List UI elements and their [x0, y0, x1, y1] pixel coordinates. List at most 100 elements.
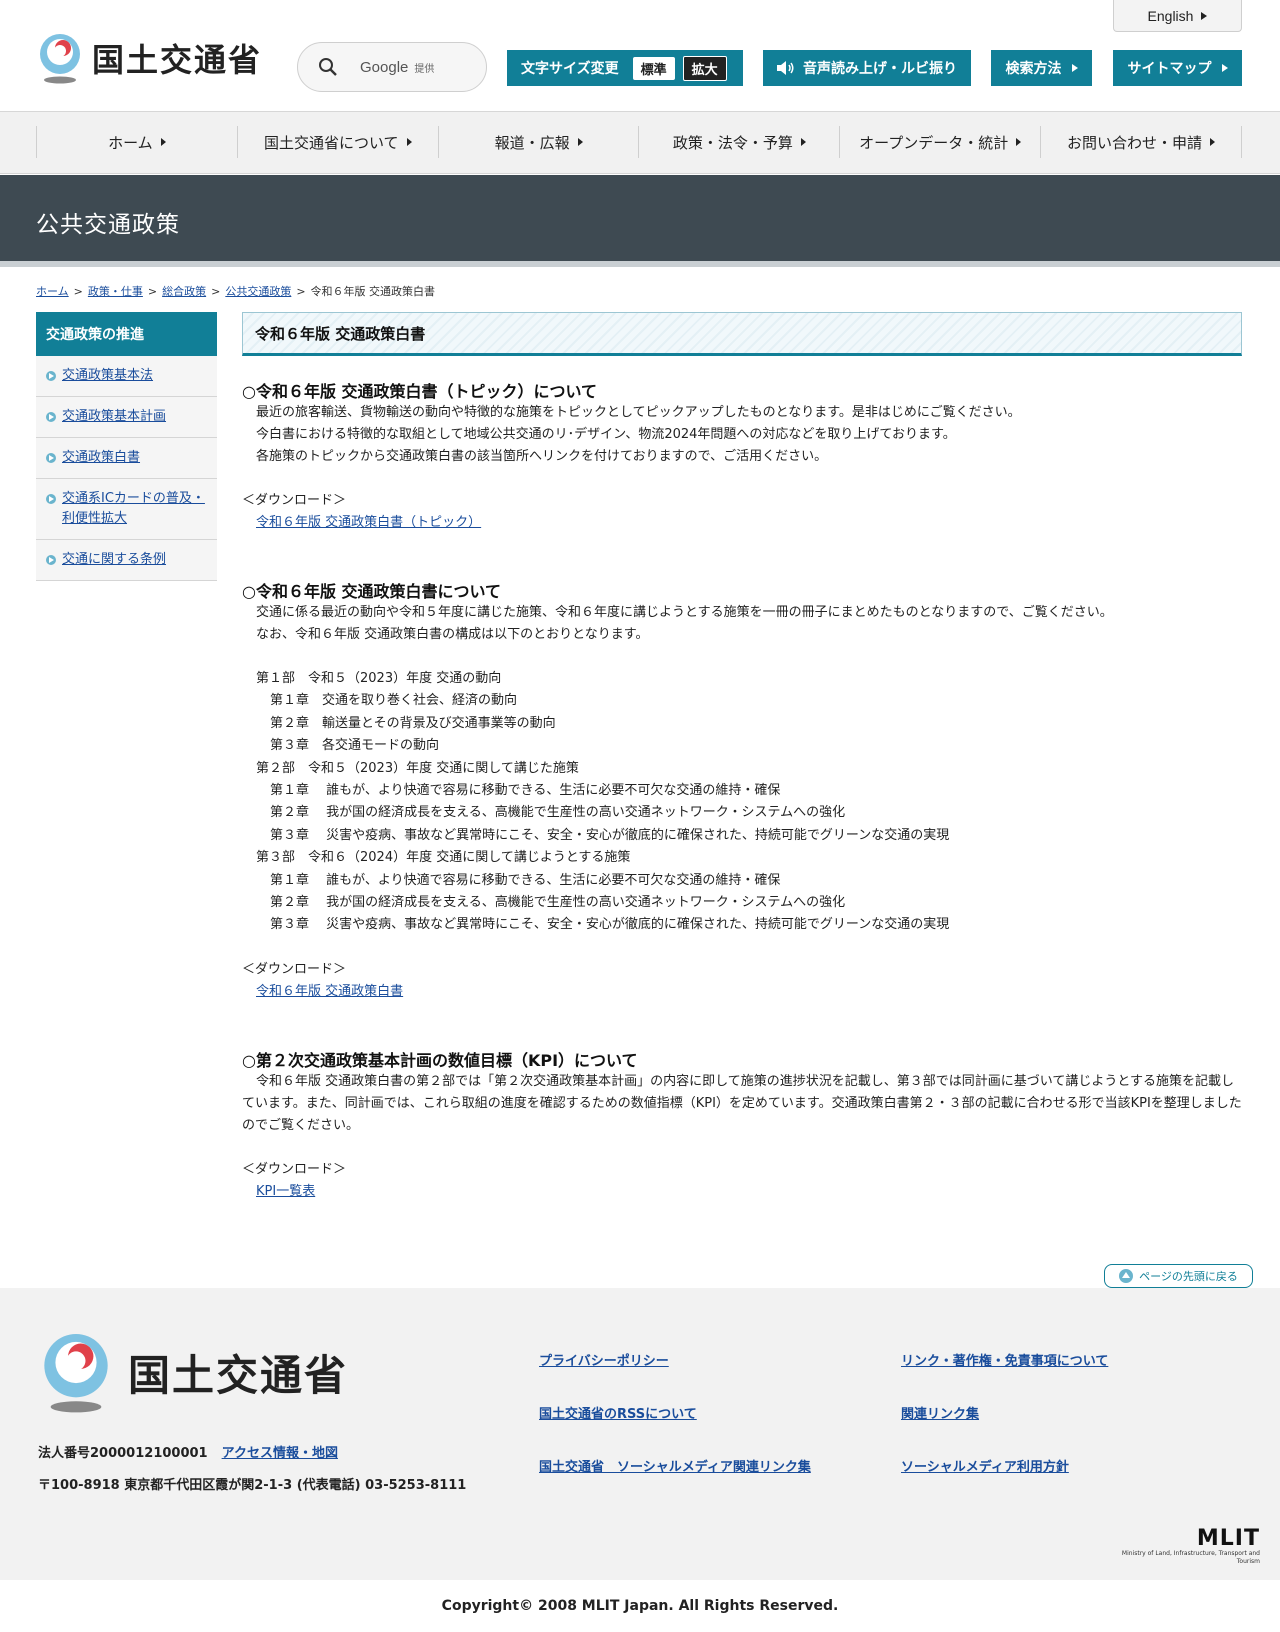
- section-paragraph: 最近の旅客輸送、貨物輸送の動向や特徴的な施策をトピックとしてピックアップしたもの…: [256, 405, 1021, 420]
- search-howto-label: 検索方法: [1005, 61, 1062, 77]
- font-size-large-button[interactable]: 拡大: [682, 55, 727, 81]
- main-content: 令和６年版 交通政策白書 ○令和６年版 交通政策白書（トピック）について 最近の…: [242, 312, 1242, 1203]
- sidebar-item-link[interactable]: 交通政策白書: [62, 448, 140, 468]
- section-whitepaper: ○令和６年版 交通政策白書について 交通に係る最近の動向や令和５年度に講じた施策…: [242, 578, 1242, 1003]
- speaker-icon: [777, 61, 794, 75]
- rss-link[interactable]: 国土交通省のRSSについて: [539, 1403, 811, 1456]
- toc-part: 第３部 令和６（2024）年度 交通に関して講じようとする施策: [256, 850, 631, 866]
- bullet-arrow-icon: [46, 371, 56, 381]
- arrow-right-icon: [1221, 64, 1228, 72]
- nav-item-label: 国土交通省について: [263, 133, 399, 152]
- sidebar-title: 交通政策の推進: [36, 312, 217, 356]
- access-map-link[interactable]: アクセス情報・地図: [222, 1442, 338, 1461]
- footer-logo[interactable]: 国土交通省: [38, 1330, 348, 1414]
- voice-ruby-button[interactable]: 音声読み上げ・ルビ振り: [763, 50, 971, 86]
- breadcrumb-item-general-policy[interactable]: 総合政策: [162, 283, 206, 299]
- section-paragraph: 令和６年版 交通政策白書の第２部では「第２次交通政策基本計画」の内容に即して施策…: [242, 1073, 1242, 1133]
- english-button[interactable]: English: [1113, 0, 1242, 32]
- footer-links-col2: リンク・著作権・免責事項について 関連リンク集 ソーシャルメディア利用方針: [901, 1350, 1108, 1509]
- breadcrumb: ホーム > 政策・仕事 > 総合政策 > 公共交通政策 > 令和６年版 交通政策白書: [36, 283, 436, 299]
- nav-item-label: ホーム: [108, 133, 153, 152]
- content-heading: 令和６年版 交通政策白書: [242, 312, 1242, 356]
- section-topic: ○令和６年版 交通政策白書（トピック）について 最近の旅客輸送、貨物輸送の動向や…: [242, 378, 1242, 534]
- toc-chapter: 第２章 我が国の経済成長を支える、高機能で生産性の高い交通ネットワーク・システム…: [270, 805, 846, 821]
- section-paragraph: なお、令和６年版 交通政策白書の構成は以下のとおりとなります。: [256, 627, 649, 642]
- privacy-policy-link[interactable]: プライバシーポリシー: [539, 1350, 811, 1403]
- nav-item-opendata[interactable]: オープンデータ・統計: [839, 126, 1040, 158]
- site-logo[interactable]: 国土交通省: [36, 32, 262, 84]
- social-media-links-link[interactable]: 国土交通省 ソーシャルメディア関連リンク集: [539, 1456, 811, 1509]
- font-size-standard-button[interactable]: 標準: [632, 56, 675, 80]
- download-label: ＜ダウンロード＞: [242, 961, 347, 977]
- social-media-policy-link[interactable]: ソーシャルメディア利用方針: [901, 1456, 1108, 1509]
- sidebar: 交通政策の推進 交通政策基本法 交通政策基本計画 交通政策白書 交通系ICカード…: [36, 312, 217, 581]
- toc-chapter: 第２章 我が国の経済成長を支える、高機能で生産性の高い交通ネットワーク・システム…: [270, 895, 846, 911]
- table-of-contents: 第１部 令和５（2023）年度 交通の動向 第１章 交通を取り巻く社会、経済の動…: [242, 668, 1242, 937]
- sidebar-item: 交通政策基本計画: [36, 397, 217, 438]
- download-label: ＜ダウンロード＞: [242, 493, 347, 508]
- page-title-band: 公共交通政策: [0, 175, 1280, 267]
- section-title: ○令和６年版 交通政策白書について: [242, 582, 502, 601]
- search-box[interactable]: Google 提供: [297, 42, 487, 92]
- related-links-link[interactable]: 関連リンク集: [901, 1403, 1108, 1456]
- nav-item-label: お問い合わせ・申請: [1067, 133, 1203, 152]
- download-label: ＜ダウンロード＞: [242, 1161, 347, 1177]
- breadcrumb-item-public-transport[interactable]: 公共交通政策: [225, 283, 291, 299]
- breadcrumb-item-home[interactable]: ホーム: [36, 283, 69, 299]
- arrow-right-icon: [577, 138, 583, 146]
- nav-item-about[interactable]: 国土交通省について: [236, 126, 438, 158]
- search-provider: Google: [360, 58, 409, 76]
- sidebar-item-link[interactable]: 交通系ICカードの普及・利便性拡大: [62, 489, 209, 529]
- mlit-wordmark-text: MLIT: [1196, 1526, 1260, 1551]
- font-size-label: 文字サイズ変更: [521, 61, 619, 77]
- back-to-top-label: ページの先頭に戻る: [1139, 1270, 1238, 1283]
- arrow-right-icon: [160, 138, 166, 146]
- toc-part: 第２部 令和５（2023）年度 交通に関して講じた施策: [256, 760, 579, 776]
- toc-chapter: 第３章 災害や疫病、事故など異常時にこそ、安全・安心が徹底的に確保された、持続可…: [270, 917, 950, 933]
- english-label: English: [1147, 7, 1194, 24]
- breadcrumb-item-policy-work[interactable]: 政策・仕事: [88, 283, 143, 299]
- corp-number: 法人番号2000012100001: [38, 1446, 208, 1461]
- footer-logo-text: 国土交通省: [128, 1350, 349, 1400]
- sidebar-item: 交通系ICカードの普及・利便性拡大: [36, 479, 217, 540]
- nav-item-policy[interactable]: 政策・法令・予算: [638, 126, 839, 158]
- section-title: ○令和６年版 交通政策白書（トピック）について: [242, 382, 598, 401]
- toc-chapter: 第１章 交通を取り巻く社会、経済の動向: [270, 693, 518, 709]
- bullet-arrow-icon: [46, 555, 56, 565]
- toc-part: 第１部 令和５（2023）年度 交通の動向: [256, 671, 502, 686]
- global-nav: ホーム 国土交通省について 報道・広報 政策・法令・予算 オープンデータ・統計 …: [0, 112, 1280, 174]
- toc-chapter: 第３章 災害や疫病、事故など異常時にこそ、安全・安心が徹底的に確保された、持続可…: [270, 827, 950, 843]
- bullet-arrow-icon: [46, 494, 56, 504]
- sidebar-item-link[interactable]: 交通に関する条例: [62, 550, 166, 570]
- search-howto-button[interactable]: 検索方法: [991, 50, 1092, 86]
- section-title: ○第２次交通政策基本計画の数値目標（KPI）について: [242, 1050, 638, 1070]
- download-link-kpi[interactable]: KPI一覧表: [242, 1181, 1242, 1203]
- page-title: 公共交通政策: [36, 212, 180, 238]
- nav-item-label: 政策・法令・予算: [672, 133, 793, 152]
- back-to-top-button[interactable]: ページの先頭に戻る: [1104, 1264, 1253, 1288]
- toc-chapter: 第３章 各交通モードの動向: [270, 738, 440, 754]
- arrow-right-icon: [1201, 11, 1208, 20]
- site-header: 国土交通省 Google 提供 文字サイズ変更 標準 拡大 音声読み上げ・ルビ振…: [0, 0, 1280, 112]
- address: 〒100-8918 東京都千代田区霞が関2-1-3 (代表電話) 03-5253…: [38, 1478, 467, 1493]
- section-kpi: ○第２次交通政策基本計画の数値目標（KPI）について 令和６年版 交通政策白書の…: [242, 1047, 1242, 1203]
- nav-item-label: 報道・広報: [494, 133, 570, 152]
- sitemap-label: サイトマップ: [1127, 61, 1212, 77]
- download-link-whitepaper[interactable]: 令和６年版 交通政策白書: [242, 981, 1242, 1003]
- sidebar-item-link[interactable]: 交通政策基本計画: [62, 407, 166, 427]
- arrow-up-icon: [1119, 1269, 1134, 1283]
- copyright-disclaimer-link[interactable]: リンク・著作権・免責事項について: [901, 1350, 1108, 1403]
- section-paragraph: 今白書における特徴的な取組として地域公共交通のリ･デザイン、物流2024年問題へ…: [256, 427, 956, 442]
- footer-links-col1: プライバシーポリシー 国土交通省のRSSについて 国土交通省 ソーシャルメディア…: [539, 1350, 811, 1509]
- corp-number-row: 法人番号2000012100001 アクセス情報・地図: [38, 1442, 338, 1461]
- download-link-topic[interactable]: 令和６年版 交通政策白書（トピック）: [242, 512, 1242, 534]
- nav-item-label: オープンデータ・統計: [859, 133, 1009, 152]
- logo-text: 国土交通省: [92, 41, 263, 79]
- sidebar-item-link[interactable]: 交通政策基本法: [62, 366, 153, 386]
- nav-item-home[interactable]: ホーム: [36, 126, 237, 158]
- arrow-right-icon: [1071, 64, 1078, 72]
- sitemap-button[interactable]: サイトマップ: [1113, 50, 1242, 86]
- nav-item-contact[interactable]: お問い合わせ・申請: [1040, 126, 1242, 158]
- nav-item-press[interactable]: 報道・広報: [437, 126, 639, 158]
- sidebar-item: 交通政策白書: [36, 438, 217, 479]
